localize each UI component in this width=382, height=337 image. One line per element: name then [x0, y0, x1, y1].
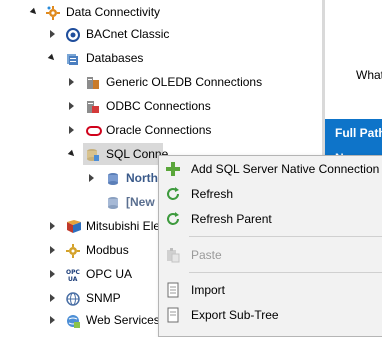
tree-item-new[interactable]: [New [0, 191, 160, 213]
menu-separator [189, 272, 382, 273]
export-icon [165, 307, 181, 323]
menu-item-import[interactable]: Import [159, 278, 382, 302]
database-connection-icon [106, 171, 120, 185]
expand-arrow-icon[interactable] [50, 222, 55, 230]
sql-database-icon [86, 147, 100, 161]
tree-item-mitsubishi[interactable]: Mitsubishi Ele [0, 215, 160, 237]
expand-arrow-icon[interactable] [69, 78, 74, 86]
menu-item-label: Refresh [191, 187, 234, 201]
expand-arrow-icon[interactable] [50, 246, 55, 254]
tree-item-label: Data Connectivity [66, 5, 161, 19]
full-path-label: Full Path: [335, 126, 382, 140]
tree-item-oracle[interactable]: Oracle Connections [0, 119, 322, 141]
tree-item-modbus[interactable]: Modbus [0, 239, 160, 261]
menu-separator [189, 236, 382, 237]
refresh-icon [165, 186, 181, 202]
expand-arrow-icon[interactable] [50, 316, 55, 324]
gear-connectivity-icon [45, 5, 60, 20]
menu-item-label: Paste [191, 248, 222, 262]
expand-arrow-icon[interactable] [50, 270, 55, 278]
expand-arrow-icon[interactable] [89, 174, 94, 182]
expand-arrow-icon[interactable] [50, 294, 55, 302]
bacnet-icon [66, 27, 80, 42]
tree-item-generic-oledb[interactable]: Generic OLEDB Connections [0, 71, 322, 93]
paste-icon [165, 247, 181, 263]
tree-item-label: [New [126, 195, 155, 209]
context-menu: Add SQL Server Native Connection Refresh… [158, 155, 382, 337]
databases-icon [66, 51, 80, 65]
import-icon [165, 282, 181, 298]
expand-arrow-icon[interactable] [47, 53, 57, 63]
expand-arrow-icon[interactable] [29, 7, 39, 17]
expand-arrow-icon[interactable] [67, 149, 77, 159]
menu-item-refresh[interactable]: Refresh [159, 182, 382, 206]
svg-text:UA: UA [68, 276, 78, 282]
menu-item-export-sub-tree[interactable]: Export Sub-Tree [159, 303, 382, 327]
tree-item-label: Modbus [86, 243, 129, 257]
menu-item-paste[interactable]: Paste [159, 243, 382, 267]
menu-item-label: Import [191, 283, 226, 297]
refresh-parent-icon [165, 211, 181, 227]
web-services-icon [66, 313, 80, 328]
oracle-icon [86, 123, 102, 137]
details-header-text: What [356, 68, 382, 82]
tree-item-label: Databases [86, 51, 144, 65]
oledb-icon [86, 75, 100, 89]
tree-item-snmp[interactable]: SNMP [0, 287, 160, 309]
menu-item-add-sql-connection[interactable]: Add SQL Server Native Connection [159, 157, 382, 181]
tree-item-databases[interactable]: Databases [0, 47, 322, 69]
mitsubishi-icon [66, 219, 81, 233]
tree-item-data-connectivity[interactable]: Data Connectivity [0, 1, 322, 23]
tree-item-label: Oracle Connections [106, 123, 212, 137]
snmp-network-icon [66, 291, 80, 306]
menu-item-label: Refresh Parent [191, 212, 272, 226]
tree-item-label: OPC UA [86, 267, 133, 281]
tree-item-bacnet[interactable]: BACnet Classic [0, 23, 322, 45]
menu-item-label: Add SQL Server Native Connection [191, 162, 380, 176]
tree-item-label: ODBC Connections [106, 99, 211, 113]
expand-arrow-icon[interactable] [69, 102, 74, 110]
tree-item-label: North [126, 171, 158, 185]
tree-item-north[interactable]: North [0, 167, 160, 189]
tree-item-label: SNMP [86, 291, 121, 305]
svg-text:OPC: OPC [66, 269, 80, 276]
expand-arrow-icon[interactable] [50, 30, 55, 38]
tree-item-label: Generic OLEDB Connections [106, 75, 263, 89]
plus-icon [165, 161, 181, 177]
modbus-icon [66, 243, 80, 258]
database-connection-icon [106, 195, 120, 209]
opc-ua-icon: OPC UA [65, 267, 81, 283]
tree-item-label: BACnet Classic [86, 27, 170, 41]
expand-arrow-icon[interactable] [69, 126, 74, 134]
menu-item-refresh-parent[interactable]: Refresh Parent [159, 207, 382, 231]
tree-item-label: Mitsubishi Ele [86, 219, 161, 233]
odbc-icon [86, 99, 100, 113]
menu-item-label: Export Sub-Tree [191, 308, 279, 322]
tree-item-opc-ua[interactable]: OPC UA OPC UA [0, 263, 160, 285]
tree-item-odbc[interactable]: ODBC Connections [0, 95, 322, 117]
tree-item-sql-connections[interactable]: SQL Conne [83, 143, 168, 165]
